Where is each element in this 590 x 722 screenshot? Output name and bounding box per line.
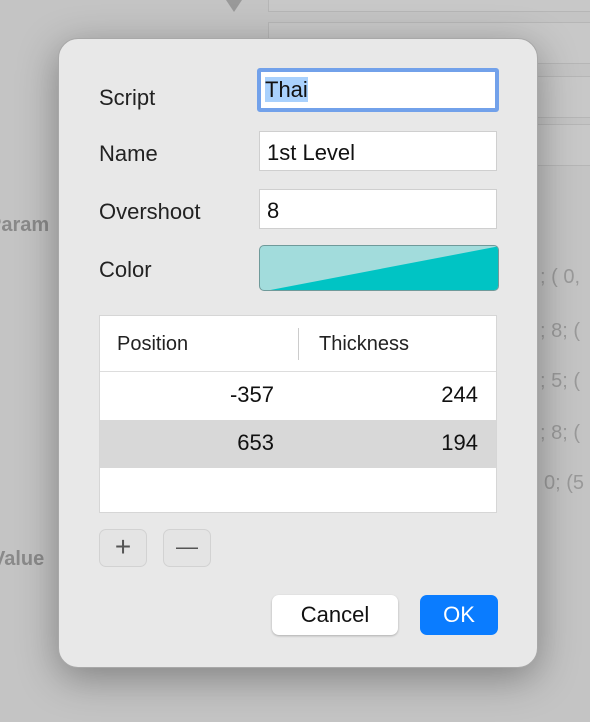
background-value: 0; (5 <box>544 472 585 494</box>
background-value: ; 8; ( <box>540 422 581 444</box>
position-cell: 653 <box>237 430 274 455</box>
background-label: Value <box>0 548 45 570</box>
name-field[interactable]: 1st Level <box>259 131 497 171</box>
position-cell: -357 <box>229 382 274 407</box>
script-label: Script <box>99 85 156 110</box>
background-field <box>268 0 590 12</box>
column-header-position[interactable]: Position <box>117 333 188 356</box>
background-value: ; 5; ( <box>540 370 581 392</box>
background-label: Param <box>0 214 50 236</box>
color-well[interactable] <box>259 245 499 291</box>
cancel-button[interactable]: Cancel <box>272 595 398 635</box>
zones-table: Position Thickness -357 244 653 194 <box>99 315 497 513</box>
color-swatch <box>270 246 498 290</box>
overshoot-label: Overshoot <box>99 199 201 224</box>
background-value: ; 8; ( <box>540 320 581 342</box>
add-row-button[interactable]: + <box>99 529 147 567</box>
ok-button[interactable]: OK <box>420 595 498 635</box>
background-value: ; ( 0, <box>540 266 581 288</box>
column-divider <box>298 328 299 360</box>
table-header: Position Thickness <box>100 316 496 372</box>
script-field[interactable]: Thai <box>257 68 499 112</box>
disclosure-triangle-icon <box>226 0 242 12</box>
name-label: Name <box>99 141 158 166</box>
column-header-thickness[interactable]: Thickness <box>319 333 409 356</box>
table-row-selected[interactable]: 653 194 <box>100 420 496 468</box>
remove-row-button[interactable]: — <box>163 529 211 567</box>
script-value: Thai <box>265 77 308 102</box>
thickness-cell: 194 <box>441 430 478 455</box>
table-row[interactable]: -357 244 <box>100 372 496 420</box>
thickness-cell: 244 <box>441 382 478 407</box>
color-label: Color <box>99 257 152 282</box>
zone-dialog: Script Thai Name 1st Level Overshoot 8 C… <box>58 38 538 668</box>
overshoot-field[interactable]: 8 <box>259 189 497 229</box>
